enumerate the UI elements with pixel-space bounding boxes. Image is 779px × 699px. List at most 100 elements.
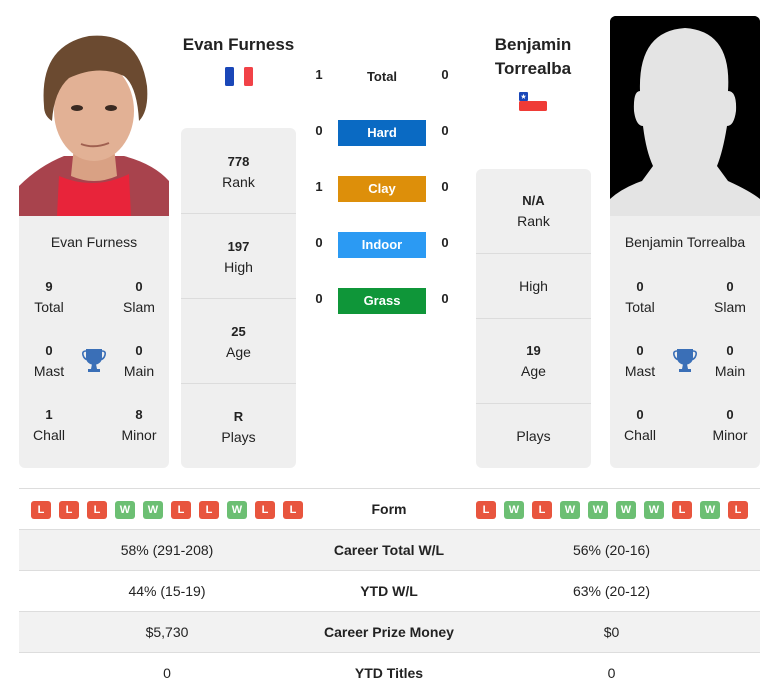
silhouette-placeholder-icon — [610, 16, 760, 216]
value: 197 — [227, 239, 250, 254]
form-loss-badge[interactable]: L — [199, 501, 219, 519]
h2h-clay-p1: 1 — [315, 179, 323, 194]
form-loss-badge[interactable]: L — [171, 501, 191, 519]
label: Plays — [221, 429, 256, 445]
player1-value: 44% (15-19) — [128, 583, 206, 599]
form-loss-badge[interactable]: L — [672, 501, 692, 519]
h2h-hard-p2: 0 — [441, 123, 449, 138]
player2-form: LWLWWWWLWL — [476, 501, 748, 519]
form-loss-badge[interactable]: L — [255, 501, 275, 519]
player2-challenger-titles: 0 Chall — [610, 405, 670, 445]
player1-name[interactable]: Evan Furness — [176, 33, 301, 57]
chile-flag-icon — [519, 92, 547, 111]
player2-name[interactable]: Benjamin Torrealba — [470, 33, 596, 81]
player1-stats-card: 778 Rank 197 High 25 Age R Plays — [181, 128, 296, 468]
label: Rank — [517, 213, 550, 229]
label: High — [519, 278, 548, 294]
player2-main-titles: 0 Main — [700, 341, 760, 381]
label: Age — [226, 344, 251, 360]
player1-value: $5,730 — [145, 624, 189, 640]
player2-slam-titles: 0 Slam — [700, 277, 760, 317]
label: Total — [625, 299, 655, 315]
player1-rank: 778 Rank — [181, 152, 296, 192]
player2-name-line1: Benjamin — [494, 35, 572, 54]
table-row: 44% (15-19) YTD W/L 63% (20-12) — [19, 571, 760, 612]
form-loss-badge[interactable]: L — [728, 501, 748, 519]
form-loss-badge[interactable]: L — [87, 501, 107, 519]
row-label: Career Prize Money — [324, 624, 454, 640]
h2h-clay-p2: 0 — [441, 179, 449, 194]
player1-slam-titles: 0 Slam — [109, 277, 169, 317]
divider — [181, 298, 296, 299]
player2-card-name: Benjamin Torrealba — [624, 234, 746, 250]
value: 0 — [45, 343, 53, 358]
player1-titles-card: Evan Furness 9 Total 0 Slam 0 Mast 0 Mai… — [19, 216, 169, 468]
player1-form: LLLWWLLWLL — [31, 501, 303, 519]
player2-value: 0 — [607, 665, 616, 681]
form-loss-badge[interactable]: L — [31, 501, 51, 519]
value: R — [233, 409, 244, 424]
value: 25 — [231, 324, 246, 339]
player2-plays: Plays — [476, 426, 591, 446]
player2-name-line2: Torrealba — [494, 59, 572, 78]
player1-value: 58% (291-208) — [120, 542, 214, 558]
form-win-badge[interactable]: W — [588, 501, 608, 519]
value: 8 — [135, 407, 143, 422]
form-win-badge[interactable]: W — [115, 501, 135, 519]
player1-high: 197 High — [181, 237, 296, 277]
form-win-badge[interactable]: W — [700, 501, 720, 519]
form-win-badge[interactable]: W — [504, 501, 524, 519]
value: 9 — [45, 279, 53, 294]
form-loss-badge[interactable]: L — [283, 501, 303, 519]
trophy-icon — [673, 347, 697, 373]
form-loss-badge[interactable]: L — [532, 501, 552, 519]
label: Plays — [516, 428, 551, 444]
player1-challenger-titles: 1 Chall — [19, 405, 79, 445]
label: Slam — [714, 299, 746, 315]
form-win-badge[interactable]: W — [227, 501, 247, 519]
value: 0 — [636, 279, 644, 294]
label: Rank — [222, 174, 255, 190]
france-flag-icon — [225, 67, 253, 86]
surface-hard-badge[interactable]: Hard — [338, 120, 426, 146]
player1-masters-titles: 0 Mast — [19, 341, 79, 381]
player1-plays: R Plays — [181, 407, 296, 447]
h2h-grass-p2: 0 — [441, 291, 449, 306]
form-win-badge[interactable]: W — [560, 501, 580, 519]
player1-main-titles: 0 Main — [109, 341, 169, 381]
player2-rank: N/A Rank — [476, 191, 591, 231]
comparison-table: LLLWWLLWLL Form LWLWWWWLWL 58% (291-208)… — [19, 488, 760, 694]
label: Total — [34, 299, 64, 315]
player1-value: 0 — [163, 665, 171, 681]
form-win-badge[interactable]: W — [143, 501, 163, 519]
form-row: LLLWWLLWLL Form LWLWWWWLWL — [19, 489, 760, 530]
value: 0 — [135, 279, 143, 294]
label: Slam — [123, 299, 155, 315]
form-label: Form — [371, 501, 407, 517]
player2-stats-card: N/A Rank High 19 Age Plays — [476, 169, 591, 468]
value: 0 — [636, 407, 644, 422]
form-loss-badge[interactable]: L — [59, 501, 79, 519]
form-win-badge[interactable]: W — [616, 501, 636, 519]
surface-clay-badge[interactable]: Clay — [338, 176, 426, 202]
player1-minor-titles: 8 Minor — [109, 405, 169, 445]
surface-grass-badge[interactable]: Grass — [338, 288, 426, 314]
form-win-badge[interactable]: W — [644, 501, 664, 519]
label: Minor — [121, 427, 157, 443]
player2-titles-card: Benjamin Torrealba 0 Total 0 Slam 0 Mast… — [610, 216, 760, 468]
h2h-indoor-p2: 0 — [441, 235, 449, 250]
player2-masters-titles: 0 Mast — [610, 341, 670, 381]
divider — [476, 403, 591, 404]
label: High — [224, 259, 253, 275]
form-loss-badge[interactable]: L — [476, 501, 496, 519]
player2-age: 19 Age — [476, 341, 591, 381]
h2h-total-p2: 0 — [441, 67, 449, 82]
table-row: $5,730 Career Prize Money $0 — [19, 612, 760, 653]
player1-card-name: Evan Furness — [50, 234, 138, 250]
player2-high: High — [476, 276, 591, 296]
label: Minor — [712, 427, 748, 443]
value: N/A — [522, 193, 545, 208]
label: Chall — [624, 427, 656, 443]
surface-indoor-badge[interactable]: Indoor — [338, 232, 426, 258]
divider — [476, 318, 591, 319]
